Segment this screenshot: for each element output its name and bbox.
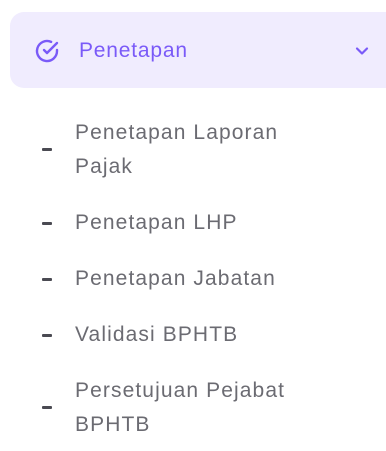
dash-bullet-icon <box>42 334 52 337</box>
submenu-item-label: Persetujuan Pejabat BPHTB <box>75 379 286 436</box>
dash-bullet-icon <box>42 148 52 151</box>
submenu-item-label: Penetapan Jabatan <box>75 267 276 290</box>
submenu-list: Penetapan Laporan Pajak Penetapan LHP Pe… <box>0 0 386 451</box>
dash-bullet-icon <box>42 222 52 225</box>
submenu-item-label: Penetapan LHP <box>75 211 238 234</box>
sidebar-menu-group: Penetapan Penetapan Laporan Pajak Peneta… <box>0 0 386 451</box>
submenu-item-label: Penetapan Laporan Pajak <box>75 121 279 178</box>
submenu-item-label: Validasi BPHTB <box>75 323 239 346</box>
dash-bullet-icon <box>42 406 52 409</box>
dash-bullet-icon <box>42 278 52 281</box>
